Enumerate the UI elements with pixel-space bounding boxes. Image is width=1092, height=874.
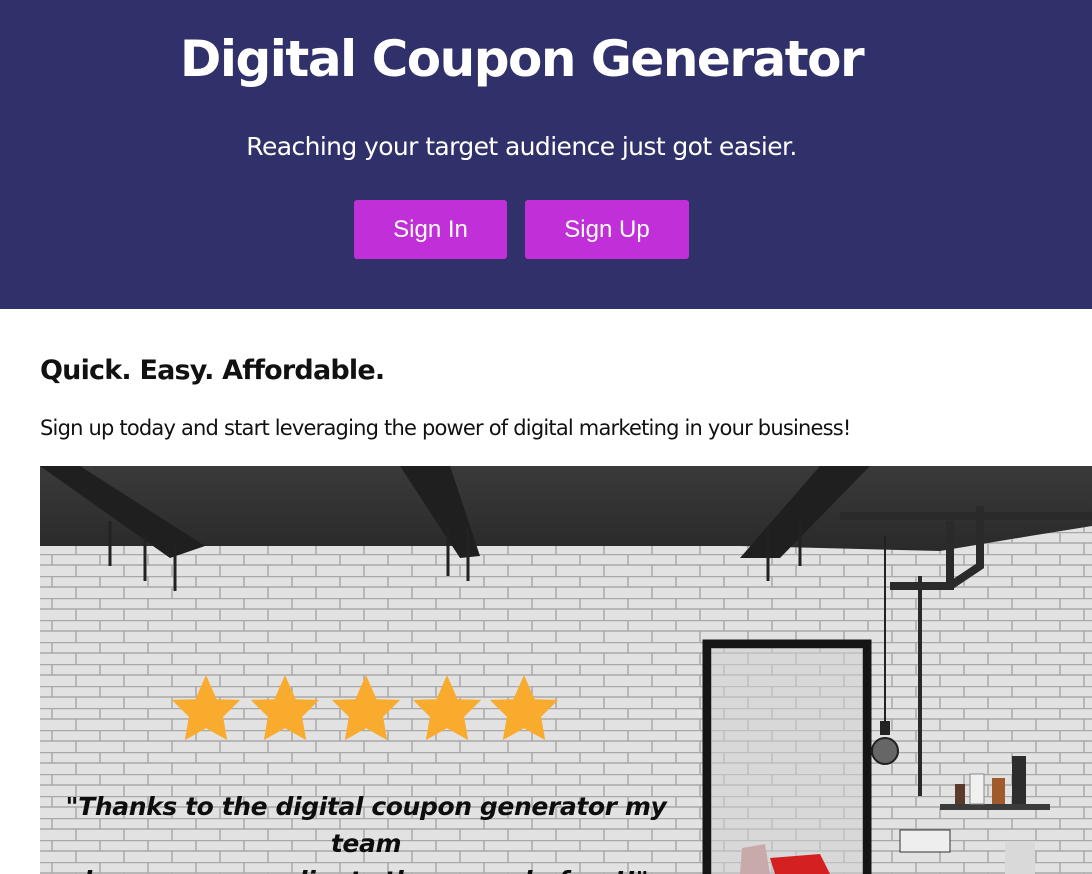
- section-heading: Quick. Easy. Affordable.: [40, 355, 385, 386]
- sign-up-button[interactable]: Sign Up: [525, 200, 689, 259]
- hero-banner: Digital Coupon Generator Reaching your t…: [0, 0, 1092, 309]
- section-description: Sign up today and start leveraging the p…: [40, 416, 851, 440]
- quote-line: "Thanks to the digital coupon generator …: [65, 792, 667, 858]
- quote-line: has more new clients than ever before!!": [40, 862, 692, 874]
- sign-in-button[interactable]: Sign In: [354, 200, 507, 259]
- page-title: Digital Coupon Generator: [179, 30, 865, 88]
- testimonial-quote: "Thanks to the digital coupon generator …: [40, 788, 692, 874]
- promo-image: "Thanks to the digital coupon generator …: [40, 466, 1092, 874]
- hero-subtitle: Reaching your target audience just got e…: [246, 132, 797, 161]
